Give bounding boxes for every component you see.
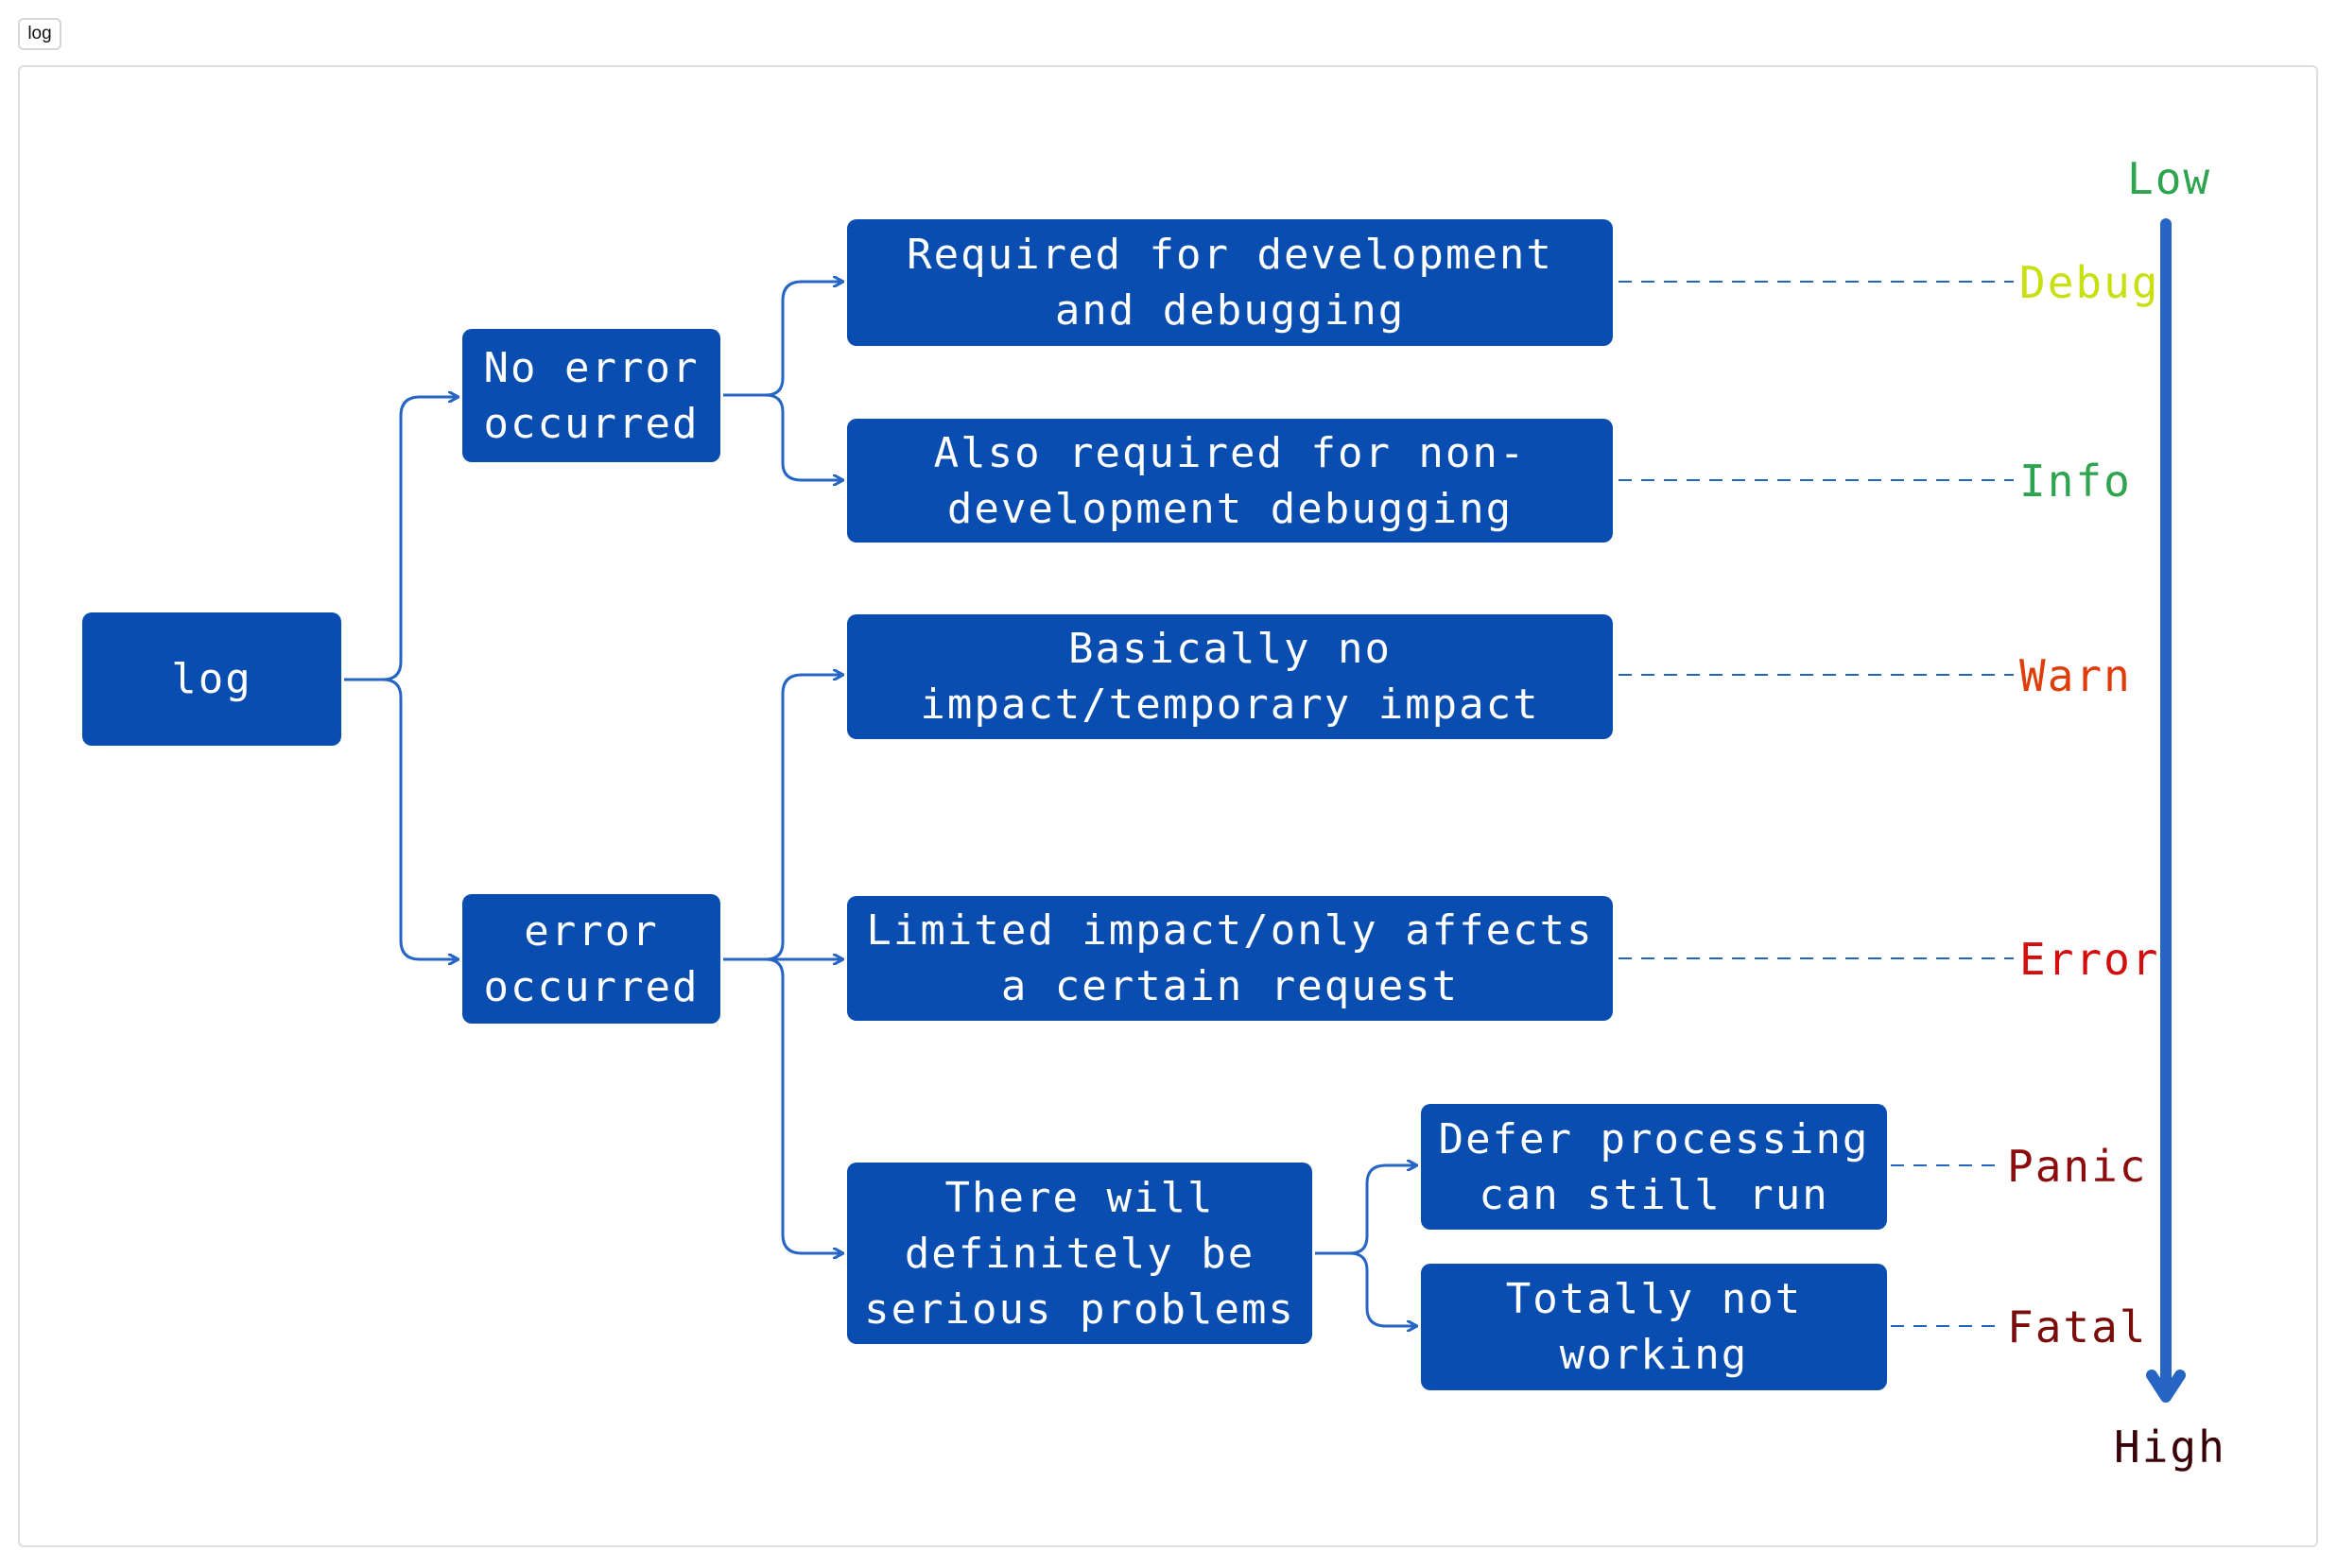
scale-low-label: Low [2127,153,2212,204]
node-no-error: No error occurred [462,329,720,462]
severity-arrow [2146,218,2186,1403]
edge-err-warn [723,675,842,961]
level-info: Info [2019,456,2132,507]
edge-noerr-info [765,393,842,480]
edge-serious-panic [1315,1165,1416,1255]
node-warn-case: Basically no impact/temporary impact [847,614,1613,739]
edge-noerr-debug [723,282,842,397]
level-debug: Debug [2019,257,2160,308]
edge-log-error [382,678,458,959]
level-error: Error [2019,934,2160,985]
node-debug-case: Required for development and debugging [847,219,1613,346]
edge-log-no-error [344,397,458,681]
scale-high-label: High [2114,1422,2226,1473]
level-panic: Panic [2007,1141,2148,1192]
edge-err-serious [765,957,842,1253]
node-serious-case: There will definitely be serious problem… [847,1163,1312,1344]
node-error-occurred: error occurred [462,894,720,1024]
node-panic-case: Defer processing can still run [1421,1104,1887,1230]
level-warn: Warn [2019,650,2132,701]
node-error-case: Limited impact/only affects a certain re… [847,896,1613,1021]
node-fatal-case: Totally not working [1421,1264,1887,1390]
level-fatal: Fatal [2007,1301,2148,1353]
node-log: log [82,612,341,746]
edge-serious-fatal [1349,1251,1416,1326]
node-info-case: Also required for non-development debugg… [847,419,1613,543]
